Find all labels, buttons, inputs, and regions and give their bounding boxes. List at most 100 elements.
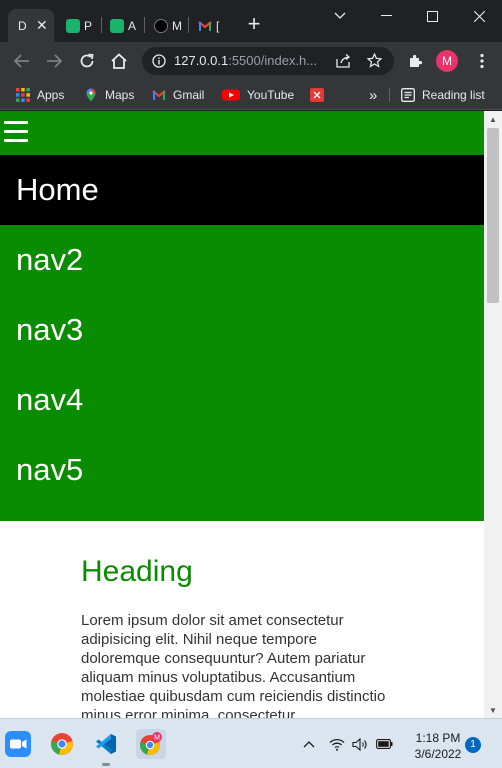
taskbar-app-chrome[interactable] (47, 729, 77, 759)
forward-button[interactable] (42, 49, 66, 73)
page-viewport: Home nav2 nav3 nav4 nav5 Heading Lorem i… (0, 111, 484, 718)
profile-avatar[interactable]: M (436, 50, 458, 72)
url-text: 127.0.0.1:5500/index.h... (174, 53, 317, 68)
tab-title: P (84, 18, 93, 33)
tab-divider (144, 17, 145, 33)
address-bar[interactable]: 127.0.0.1:5500/index.h... (142, 47, 394, 75)
tab-search-button[interactable] (317, 0, 363, 32)
github-icon (154, 18, 168, 33)
page-heading: Heading (81, 555, 193, 588)
youtube-icon (222, 89, 240, 101)
taskbar-app-chrome-profile[interactable]: M (136, 729, 166, 759)
close-icon[interactable]: ✕ (36, 17, 48, 34)
maximize-button[interactable] (409, 0, 455, 32)
new-tab-button[interactable]: + (243, 13, 265, 35)
chrome-profile-icon: M (140, 732, 162, 755)
reload-button[interactable] (75, 49, 99, 73)
tab-title: D (18, 18, 27, 33)
bookmark-label: Maps (105, 88, 135, 102)
gmail-icon (152, 90, 166, 100)
apps-grid-icon (16, 88, 30, 102)
tab-title: M (172, 18, 182, 33)
minimize-button[interactable] (363, 0, 409, 32)
bookmark-label: Reading list (422, 88, 485, 102)
nav-item-nav5[interactable]: nav5 (0, 435, 484, 505)
gmail-icon (198, 19, 212, 33)
tab-title: [ (216, 18, 220, 33)
bookmark-gmail[interactable]: Gmail (152, 85, 204, 105)
site-topbar (0, 111, 484, 155)
browser-tab-1[interactable]: D ✕ (8, 9, 54, 42)
url-host: 127.0.0.1 (174, 53, 229, 68)
extensions-button[interactable] (404, 49, 428, 73)
back-button[interactable] (10, 49, 34, 73)
close-icon (473, 10, 485, 22)
red-x-icon (310, 88, 324, 102)
browser-tab-4[interactable]: M (146, 9, 186, 42)
chevron-down-icon (334, 12, 346, 19)
bookmark-maps[interactable]: Maps (84, 85, 134, 105)
taskbar-app-zoom[interactable] (3, 729, 33, 759)
bookmark-label: Gmail (173, 88, 205, 102)
close-window-button[interactable] (456, 0, 502, 32)
nav-item-nav4[interactable]: nav4 (0, 365, 484, 435)
scroll-down-arrow-icon[interactable]: ▼ (484, 702, 502, 718)
bookmark-divider (389, 88, 390, 102)
bookmarks-bar: Apps Maps Gmail YouTube » Reading list (0, 80, 502, 110)
reload-icon (80, 53, 94, 68)
clock-date: 3/6/2022 (414, 747, 462, 761)
hamburger-menu-icon[interactable] (4, 121, 28, 143)
share-icon[interactable] (336, 54, 351, 68)
minimize-icon (380, 15, 392, 16)
page-scrollbar[interactable]: ▲ ▼ (484, 111, 502, 718)
bookmark-label: Apps (37, 88, 65, 102)
bookmarks-overflow-button[interactable]: » (369, 85, 377, 105)
show-hidden-icons-button[interactable] (300, 735, 318, 753)
zoom-icon (5, 731, 31, 757)
star-icon[interactable] (367, 53, 382, 68)
browser-titlebar: D ✕ P A M [ + (0, 0, 502, 42)
vscode-icon (96, 734, 116, 754)
home-icon (111, 53, 127, 69)
home-button[interactable] (107, 49, 131, 73)
tab-divider (188, 17, 189, 33)
puzzle-icon (410, 54, 423, 67)
browser-tab-5[interactable]: [ (190, 9, 230, 42)
bookmark-apps[interactable]: Apps (16, 85, 64, 105)
bookmark-red[interactable] (310, 85, 331, 105)
info-icon[interactable] (152, 54, 166, 68)
url-path: :5500/index.h... (228, 53, 318, 68)
notification-badge[interactable]: 1 (465, 737, 481, 753)
scroll-up-arrow-icon[interactable]: ▲ (484, 111, 502, 127)
browser-tab-2[interactable]: P (58, 9, 98, 42)
cube-icon (66, 18, 80, 33)
browser-toolbar: 127.0.0.1:5500/index.h... M (0, 42, 502, 80)
scrollbar-thumb[interactable] (487, 128, 499, 303)
nav-item-nav2[interactable]: nav2 (0, 225, 484, 295)
body-paragraph: Lorem ipsum dolor sit amet consectetur a… (81, 612, 386, 718)
battery-icon[interactable] (375, 735, 393, 753)
maximize-icon (426, 10, 438, 22)
windows-taskbar: M 1:18 PM 3/6/2022 1 (0, 718, 502, 768)
maps-pin-icon (86, 88, 96, 102)
bookmark-youtube[interactable]: YouTube (222, 85, 294, 105)
volume-icon[interactable] (351, 735, 369, 753)
chevron-up-icon (303, 741, 315, 748)
chrome-icon (51, 733, 73, 755)
wifi-icon[interactable] (328, 735, 346, 753)
site-nav: Home nav2 nav3 nav4 nav5 (0, 155, 484, 521)
bookmark-label: YouTube (247, 88, 295, 102)
cube-icon (110, 18, 124, 33)
main-content: Heading Lorem ipsum dolor sit amet conse… (0, 521, 400, 718)
reading-list-icon (401, 88, 415, 102)
browser-tab-3[interactable]: A (102, 9, 142, 42)
nav-item-nav3[interactable]: nav3 (0, 295, 484, 365)
browser-menu-button[interactable] (470, 49, 494, 73)
arrow-left-icon (14, 54, 29, 68)
taskbar-app-vscode[interactable] (91, 729, 121, 766)
nav-footer (0, 505, 484, 521)
taskbar-clock[interactable]: 1:18 PM 3/6/2022 (404, 730, 472, 762)
reading-list-button[interactable]: Reading list (401, 85, 485, 105)
tab-title: A (128, 18, 137, 33)
nav-item-home[interactable]: Home (0, 155, 484, 225)
